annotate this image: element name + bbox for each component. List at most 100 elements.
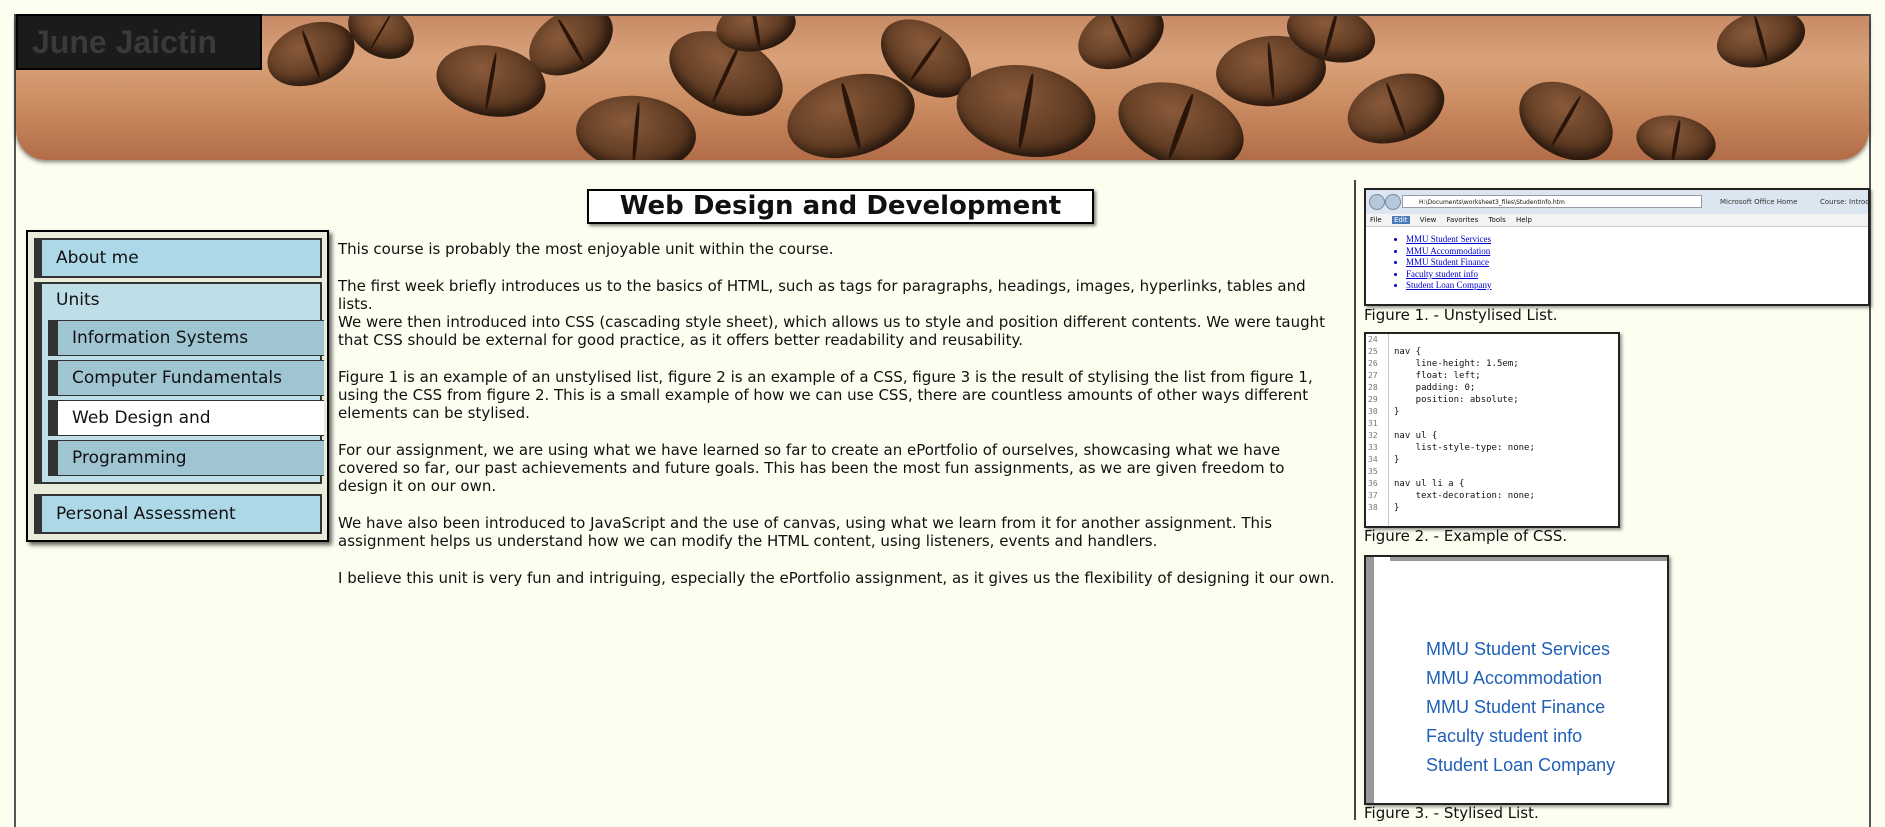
figure-2-image: 24 25 nav {26 line-height: 1.5em; 27 float:… — [1364, 332, 1620, 528]
code-line: 24 — [1366, 334, 1618, 346]
line-number: 36 — [1368, 479, 1378, 488]
code-text: position: absolute; — [1394, 395, 1519, 405]
header-banner — [16, 16, 1869, 160]
code-text: nav ul li a { — [1394, 479, 1465, 489]
list-item: MMU Accommodation — [1426, 668, 1603, 688]
code-text: } — [1394, 455, 1400, 465]
code-text: float: left; — [1394, 371, 1481, 381]
line-number: 24 — [1368, 335, 1378, 344]
code-text: nav { — [1394, 347, 1422, 357]
nav-item-web-design[interactable]: Web Design and Development — [48, 400, 324, 462]
page-title: Web Design and Development — [587, 189, 1094, 224]
code-text: } — [1394, 503, 1400, 513]
list-item: MMU Student Finance — [1406, 257, 1492, 269]
forward-icon — [1385, 194, 1401, 210]
column-divider — [1354, 180, 1356, 820]
code-line: 35 — [1366, 466, 1618, 478]
list-item: Student Loan Company — [1406, 280, 1492, 292]
code-text: nav ul { — [1394, 431, 1438, 441]
code-line: 28 padding: 0; — [1366, 382, 1618, 394]
list-item: MMU Accommodation — [1406, 246, 1492, 258]
line-number: 30 — [1368, 407, 1378, 416]
browser-menu: File Edit View Favorites Tools Help — [1366, 214, 1868, 227]
line-number: 26 — [1368, 359, 1378, 368]
browser-toolbar: H:\Documents\worksheet3_files\StudentInf… — [1366, 190, 1868, 215]
menu-item: Help — [1515, 216, 1532, 224]
paragraph: For our assignment, we are using what we… — [338, 441, 1285, 495]
list-item: Faculty student info — [1426, 726, 1583, 746]
paragraph: I believe this unit is very fun and intr… — [338, 569, 1335, 587]
browser-tab: Course: Introducti — [1820, 198, 1870, 206]
nav-units-label[interactable]: Units — [56, 290, 99, 310]
code-line: 30} — [1366, 406, 1618, 418]
list-item: Faculty student info — [1406, 269, 1492, 281]
code-line: 29 position: absolute; — [1366, 394, 1618, 406]
paragraph: We have also been introduced to JavaScri… — [338, 514, 1273, 550]
line-number: 34 — [1368, 455, 1378, 464]
site-title: June Jaictin — [16, 14, 262, 70]
main-content: This course is probably the most enjoyab… — [338, 240, 1338, 606]
code-line: 36 nav ul li a { — [1366, 478, 1618, 490]
nav-units-group: Units Information Systems Computer Funda… — [34, 282, 324, 484]
address-bar: H:\Documents\worksheet3_files\StudentInf… — [1402, 195, 1702, 208]
line-number: 35 — [1368, 467, 1378, 476]
browser-tab: Microsoft Office Home — [1720, 198, 1798, 206]
code-text: line-height: 1.5em; — [1394, 359, 1519, 369]
styled-list: MMU Student Services MMU Accommodation M… — [1426, 635, 1615, 780]
menu-item: Edit — [1391, 216, 1410, 224]
list-item: MMU Student Services — [1426, 639, 1611, 659]
list-item: MMU Student Finance — [1426, 697, 1606, 717]
back-icon — [1369, 194, 1385, 210]
nav-item-computer-fundamentals[interactable]: Computer Fundamentals — [48, 360, 324, 396]
code-line: 38} — [1366, 502, 1618, 514]
menu-item: Favorites — [1446, 216, 1479, 224]
line-number: 37 — [1368, 491, 1378, 500]
line-number: 38 — [1368, 503, 1378, 512]
nav-about-me[interactable]: About me — [34, 238, 322, 278]
line-number: 33 — [1368, 443, 1378, 452]
code-text: } — [1394, 407, 1400, 417]
line-number: 32 — [1368, 431, 1378, 440]
figure-1-caption: Figure 1. - Unstylised List. — [1364, 306, 1558, 324]
sidebar-nav: About me Units Information Systems Compu… — [26, 230, 329, 542]
code-line: 27 float: left; — [1366, 370, 1618, 382]
paragraph: Figure 1 is an example of an unstylised … — [338, 368, 1313, 422]
figure-3-image: MMU Student Services MMU Accommodation M… — [1364, 555, 1669, 805]
code-text: list-style-type: none; — [1394, 443, 1535, 453]
code-line: 26 line-height: 1.5em; — [1366, 358, 1618, 370]
menu-item: View — [1419, 216, 1437, 224]
line-number: 29 — [1368, 395, 1378, 404]
figure-1-image: H:\Documents\worksheet3_files\StudentInf… — [1364, 188, 1870, 306]
paragraph: The first week briefly introduces us to … — [338, 277, 1306, 313]
line-number: 25 — [1368, 347, 1378, 356]
menu-item: Tools — [1488, 216, 1506, 224]
line-number: 28 — [1368, 383, 1378, 392]
list-item: Student Loan Company — [1426, 755, 1616, 775]
nav-personal-assessment[interactable]: Personal Assessment — [34, 494, 322, 534]
list-item: MMU Student Services — [1406, 234, 1492, 246]
line-number: 31 — [1368, 419, 1378, 428]
figure-2-caption: Figure 2. - Example of CSS. — [1364, 527, 1568, 545]
nav-border — [1390, 557, 1667, 561]
code-line: 37 text-decoration: none; — [1366, 490, 1618, 502]
paragraph: This course is probably the most enjoyab… — [338, 240, 834, 258]
code-line: 33 list-style-type: none; — [1366, 442, 1618, 454]
unstyled-list: MMU Student Services MMU Accommodation M… — [1396, 234, 1492, 292]
nav-border — [1366, 557, 1374, 803]
code-line: 32 nav ul { — [1366, 430, 1618, 442]
code-line: 31 — [1366, 418, 1618, 430]
code-text: padding: 0; — [1394, 383, 1476, 393]
paragraph: We were then introduced into CSS (cascad… — [338, 313, 1326, 349]
nav-item-programming[interactable]: Programming — [48, 440, 324, 476]
figure-3-caption: Figure 3. - Stylised List. — [1364, 804, 1539, 822]
code-text: text-decoration: none; — [1394, 491, 1535, 501]
line-number: 27 — [1368, 371, 1378, 380]
code-line: 34} — [1366, 454, 1618, 466]
code-line: 25 nav { — [1366, 346, 1618, 358]
code-block: 24 25 nav {26 line-height: 1.5em; 27 float:… — [1366, 334, 1618, 514]
menu-item: File — [1370, 216, 1382, 224]
nav-item-information-systems[interactable]: Information Systems — [48, 320, 324, 356]
